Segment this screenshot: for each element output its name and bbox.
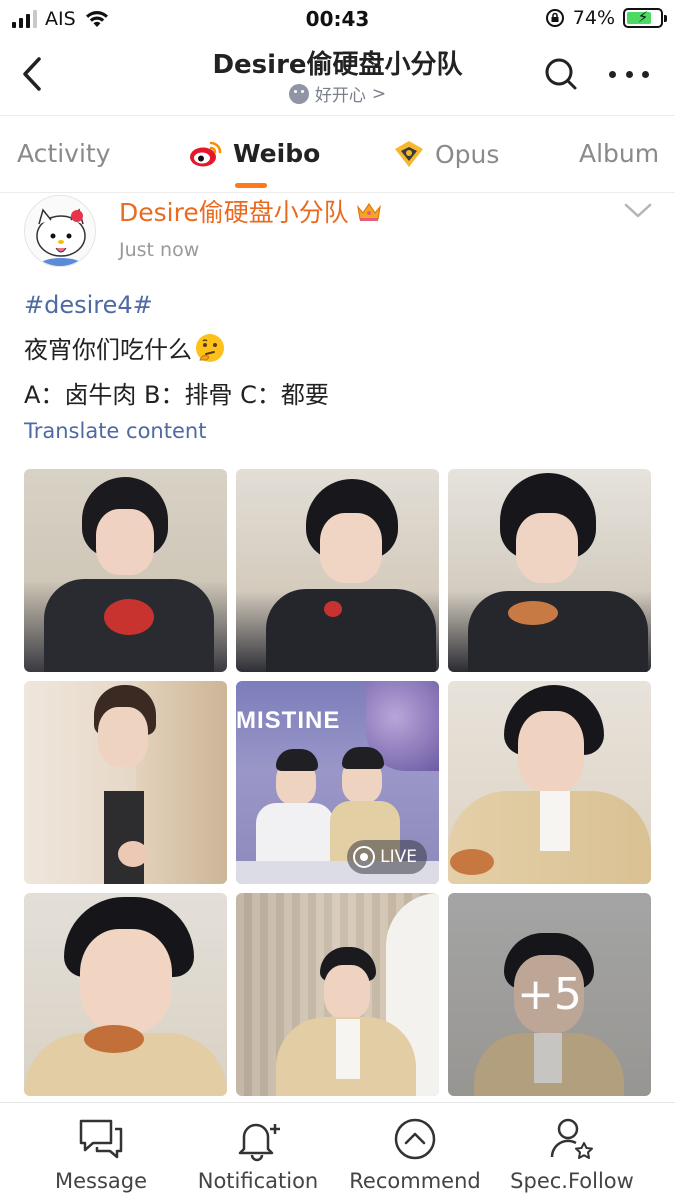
battery-icon: ⚡ bbox=[623, 8, 667, 28]
tab-label: Album bbox=[579, 139, 660, 168]
more-options-button[interactable] bbox=[609, 62, 649, 86]
tab-opus[interactable]: Opus bbox=[393, 139, 499, 169]
tab-weibo[interactable]: Weibo bbox=[189, 139, 320, 168]
grid-image[interactable] bbox=[448, 469, 651, 672]
hashtag-link[interactable]: #desire4# bbox=[24, 283, 329, 328]
post-timestamp: Just now bbox=[119, 239, 200, 261]
tab-activity[interactable]: Activity bbox=[17, 139, 111, 168]
grid-image[interactable] bbox=[236, 469, 439, 672]
grid-image[interactable]: MISTINE LIVE bbox=[236, 681, 439, 884]
grid-image[interactable] bbox=[24, 681, 227, 884]
active-tab-indicator bbox=[235, 183, 267, 188]
message-icon bbox=[79, 1119, 123, 1159]
post-line-2: A：卤牛肉 B：排骨 C：都要 bbox=[24, 381, 329, 409]
bottom-action-bar: Message Notification Recommend Spec.Foll… bbox=[0, 1102, 675, 1200]
recommend-button[interactable]: Recommend bbox=[335, 1115, 495, 1193]
recommend-icon bbox=[394, 1118, 436, 1160]
more-images-overlay[interactable]: +5 bbox=[448, 893, 651, 1096]
smiley-icon bbox=[288, 83, 309, 104]
grid-image[interactable] bbox=[448, 681, 651, 884]
chevron-right-icon: > bbox=[371, 83, 387, 104]
post-content: #desire4# 夜宵你们吃什么 A：卤牛肉 B：排骨 C：都要 bbox=[24, 283, 329, 418]
crown-badge-icon bbox=[356, 202, 381, 221]
status-right: 74% ⚡ bbox=[545, 7, 667, 29]
stage-sign-text: MISTINE bbox=[236, 707, 341, 734]
grid-image[interactable] bbox=[236, 893, 439, 1096]
hello-kitty-avatar-image bbox=[25, 196, 95, 266]
grid-image[interactable]: +5 bbox=[448, 893, 651, 1096]
recommend-label: Recommend bbox=[349, 1169, 481, 1193]
weibo-post: Desire偷硬盘小分队 Just now #desire4# 夜宵你们吃什么 … bbox=[0, 193, 675, 1103]
grid-image[interactable] bbox=[24, 893, 227, 1096]
rotation-lock-icon bbox=[545, 9, 564, 27]
tab-label: Activity bbox=[17, 139, 111, 168]
live-photo-icon bbox=[353, 846, 376, 868]
nav-bar: Desire偷硬盘小分队 好开心 > bbox=[0, 38, 675, 116]
tab-album[interactable]: Album bbox=[579, 139, 659, 168]
translate-content-link[interactable]: Translate content bbox=[24, 419, 206, 443]
message-button[interactable]: Message bbox=[21, 1115, 181, 1193]
battery-percent: 74% bbox=[572, 7, 615, 29]
notification-label: Notification bbox=[197, 1169, 319, 1193]
notification-button[interactable]: Notification bbox=[178, 1115, 338, 1193]
message-label: Message bbox=[54, 1169, 148, 1193]
special-follow-button[interactable]: Spec.Follow bbox=[492, 1115, 652, 1193]
mood-text: 好开心 bbox=[314, 86, 366, 106]
opus-icon bbox=[395, 141, 423, 167]
notification-icon bbox=[238, 1123, 280, 1162]
avatar[interactable] bbox=[24, 195, 96, 267]
special-follow-label: Spec.Follow bbox=[510, 1169, 634, 1193]
profile-tabs: Activity Weibo Opus Album bbox=[0, 117, 675, 193]
tab-label: Weibo bbox=[233, 139, 321, 168]
thinking-face-emoji-icon bbox=[196, 334, 224, 362]
author-name[interactable]: Desire偷硬盘小分队 bbox=[119, 193, 383, 229]
live-badge-label: LIVE bbox=[380, 847, 417, 867]
image-grid: MISTINE LIVE +5 bbox=[24, 469, 651, 1096]
post-line-1: 夜宵你们吃什么 bbox=[24, 328, 329, 373]
chevron-down-icon[interactable] bbox=[623, 199, 653, 221]
special-follow-icon bbox=[550, 1118, 593, 1159]
author-name-text: Desire偷硬盘小分队 bbox=[119, 198, 349, 227]
weibo-icon bbox=[190, 141, 222, 166]
status-bar: AIS 00:43 74% ⚡ bbox=[0, 0, 675, 38]
search-button[interactable] bbox=[543, 56, 579, 92]
grid-image[interactable] bbox=[24, 469, 227, 672]
live-photo-badge: LIVE bbox=[347, 840, 427, 874]
tab-label: Opus bbox=[435, 139, 500, 169]
